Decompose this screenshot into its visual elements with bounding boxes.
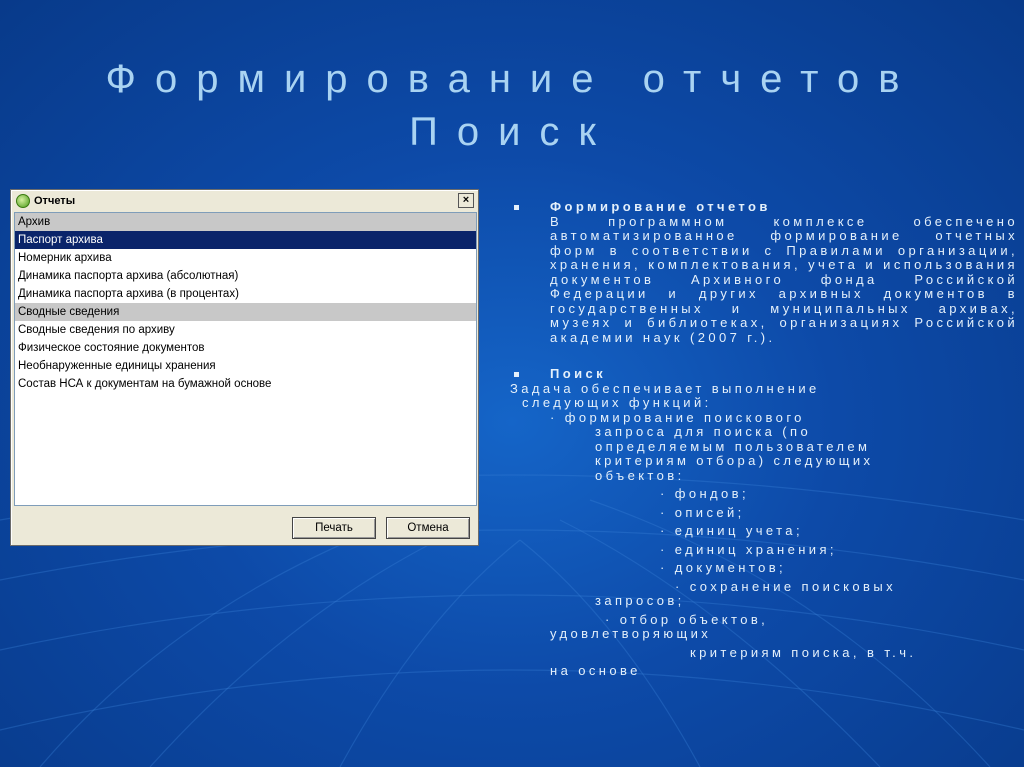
section-title-search: Поиск: [510, 366, 1018, 382]
object-item: · единиц хранения;: [660, 541, 837, 557]
object-item: · описей;: [660, 504, 745, 520]
function-line: на основе: [550, 663, 641, 678]
task-line: следующих функций:: [522, 395, 712, 410]
list-item[interactable]: Физическое состояние документов: [15, 339, 476, 357]
function-line: удовлетворяющих: [550, 626, 712, 641]
function-line: запросов;: [595, 593, 685, 608]
print-button[interactable]: Печать: [292, 517, 376, 539]
object-item: · фондов;: [660, 486, 749, 501]
list-item[interactable]: Динамика паспорта архива (в процентах): [15, 285, 476, 303]
list-item[interactable]: Сводные сведения по архиву: [15, 321, 476, 339]
section-title-reports: Формирование отчетов: [510, 199, 1018, 215]
function-line: критериям поиска, в т.ч.: [690, 644, 917, 660]
reports-dialog: Отчеты × Архив Паспорт архива Номерник арх…: [10, 189, 479, 546]
list-item[interactable]: Динамика паспорта архива (абсолютная): [15, 267, 476, 285]
dialog-titlebar[interactable]: Отчеты ×: [13, 192, 476, 210]
object-item: · документов;: [660, 560, 787, 575]
app-icon: [16, 194, 30, 208]
list-item[interactable]: Состав НСА к документам на бумажной осно…: [15, 375, 476, 393]
slide-title-line1: Формирование отчетов: [105, 57, 919, 101]
report-list[interactable]: Архив Паспорт архива Номерник архива Динами…: [14, 212, 477, 506]
function-line: запроса для поиска (по: [595, 424, 812, 439]
close-icon[interactable]: ×: [458, 193, 474, 208]
function-line: · сохранение поисковых: [675, 578, 896, 594]
list-item[interactable]: Паспорт архива: [15, 231, 476, 249]
list-item[interactable]: Необнаруженные единицы хранения: [15, 357, 476, 375]
function-line: объектов:: [595, 467, 685, 483]
function-line: · формирование поискового: [550, 409, 805, 425]
object-item: · единиц учета;: [660, 523, 803, 538]
cancel-button[interactable]: Отмена: [386, 517, 470, 539]
list-group-header[interactable]: Архив: [15, 213, 476, 231]
list-item[interactable]: Номерник архива: [15, 249, 476, 267]
task-line: Задача обеспечивает выполнение: [510, 380, 820, 396]
dialog-title: Отчеты: [34, 195, 76, 207]
section-text-reports: В программном комплексе обеспечено автом…: [550, 213, 1018, 345]
function-line: · отбор объектов,: [605, 611, 769, 627]
function-line: определяемым пользователем: [595, 438, 871, 454]
list-group-header[interactable]: Сводные сведения: [15, 303, 476, 321]
slide-title-line2: Поиск: [409, 110, 615, 154]
function-line: критериям отбора) следующих: [595, 453, 874, 468]
description-panel: Формирование отчетов В программном компл…: [510, 199, 1018, 679]
